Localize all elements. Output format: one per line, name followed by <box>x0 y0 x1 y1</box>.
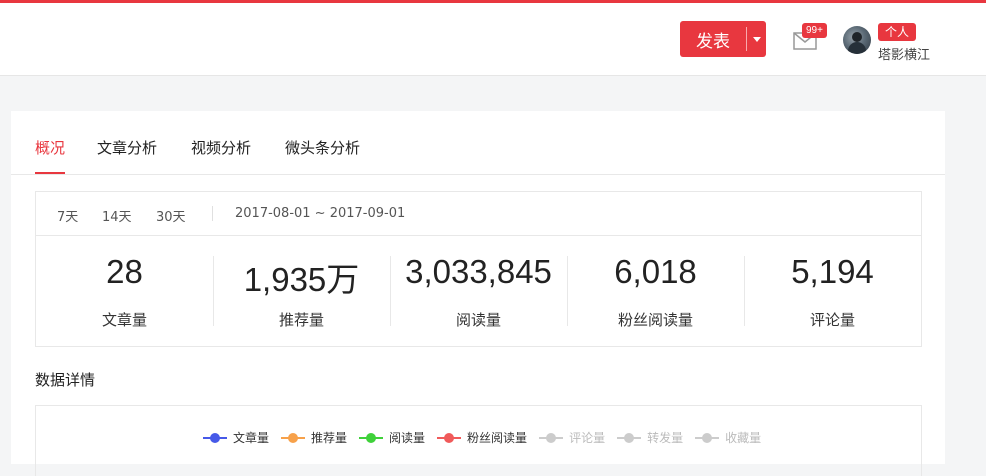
legend-label: 阅读量 <box>389 431 426 445</box>
avatar[interactable] <box>843 26 871 54</box>
range-14-days[interactable]: 14天 <box>102 206 132 225</box>
date-range-bar: 7天 14天 30天 2017-08-01 ~ 2017-09-01 <box>36 192 921 236</box>
metric-label: 推荐量 <box>278 311 324 329</box>
metric-comments: 5,194 评论量 <box>744 235 921 346</box>
legend-marker <box>695 432 720 443</box>
legend-item-recommendations[interactable]: 推荐量 <box>281 429 347 446</box>
metric-value: 6,018 <box>614 253 697 290</box>
publish-button[interactable]: 发表 <box>680 21 746 57</box>
data-detail-chart: 文章量 推荐量 阅读量 粉丝阅读量 评论量 转发量 收藏量 <box>35 405 922 476</box>
publish-button-group: 发表 <box>680 21 766 57</box>
legend-item-comments[interactable]: 评论量 <box>539 429 605 446</box>
metric-value: 28 <box>106 253 143 290</box>
legend-item-shares[interactable]: 转发量 <box>617 429 683 446</box>
analysis-tabs: 概况 文章分析 视频分析 微头条分析 <box>11 111 945 175</box>
range-divider <box>212 206 213 221</box>
section-title: 数据详情 <box>35 371 96 389</box>
mail-count-badge: 99+ <box>802 23 827 38</box>
stats-panel: 7天 14天 30天 2017-08-01 ~ 2017-09-01 28 文章… <box>35 191 922 347</box>
legend-label: 转发量 <box>647 431 684 445</box>
account-type-badge: 个人 <box>878 23 917 41</box>
legend-marker <box>281 432 306 443</box>
legend-marker <box>203 432 227 443</box>
metric-recommendations: 1,935万 推荐量 <box>213 235 390 346</box>
tab-overview[interactable]: 概况 <box>35 137 66 174</box>
legend-item-reads[interactable]: 阅读量 <box>359 429 425 446</box>
range-30-days[interactable]: 30天 <box>156 206 186 225</box>
publish-dropdown-button[interactable] <box>747 21 766 57</box>
legend-marker <box>617 432 642 443</box>
metric-label: 粉丝阅读量 <box>617 311 693 329</box>
tab-article-analysis[interactable]: 文章分析 <box>97 137 157 173</box>
date-range-picker[interactable]: 2017-08-01 ~ 2017-09-01 <box>235 206 405 221</box>
legend-marker <box>437 432 462 443</box>
metric-fan-reads: 6,018 粉丝阅读量 <box>567 235 744 346</box>
metric-label: 文章量 <box>101 311 147 329</box>
overview-card: 概况 文章分析 视频分析 微头条分析 7天 14天 30天 2017-08-01… <box>11 111 945 476</box>
metric-value: 1,935万 <box>243 261 360 298</box>
range-7-days[interactable]: 7天 <box>57 206 78 225</box>
legend-item-articles[interactable]: 文章量 <box>203 429 269 446</box>
legend-item-favorites[interactable]: 收藏量 <box>695 429 761 446</box>
legend-label: 粉丝阅读量 <box>467 431 528 445</box>
metric-articles: 28 文章量 <box>36 235 213 346</box>
legend-label: 收藏量 <box>725 431 762 445</box>
metric-value: 3,033,845 <box>405 253 552 290</box>
legend-label: 评论量 <box>569 431 606 445</box>
metric-label: 评论量 <box>809 311 855 329</box>
metric-value: 5,194 <box>791 253 874 290</box>
legend-marker <box>359 432 384 443</box>
legend-label: 文章量 <box>233 431 270 445</box>
caret-down-icon <box>752 36 761 42</box>
top-header: 发表 99+ 个人 塔影横江 <box>0 3 986 76</box>
legend-item-fan-reads[interactable]: 粉丝阅读量 <box>437 429 527 446</box>
legend-marker <box>539 432 564 443</box>
metric-reads: 3,033,845 阅读量 <box>390 235 567 346</box>
legend-label: 推荐量 <box>311 431 348 445</box>
tab-video-analysis[interactable]: 视频分析 <box>191 137 251 173</box>
tab-micro-headline-analysis[interactable]: 微头条分析 <box>285 137 360 173</box>
username[interactable]: 塔影横江 <box>878 44 930 63</box>
metric-label: 阅读量 <box>455 311 501 329</box>
chart-legend: 文章量 推荐量 阅读量 粉丝阅读量 评论量 转发量 收藏量 <box>203 429 773 446</box>
